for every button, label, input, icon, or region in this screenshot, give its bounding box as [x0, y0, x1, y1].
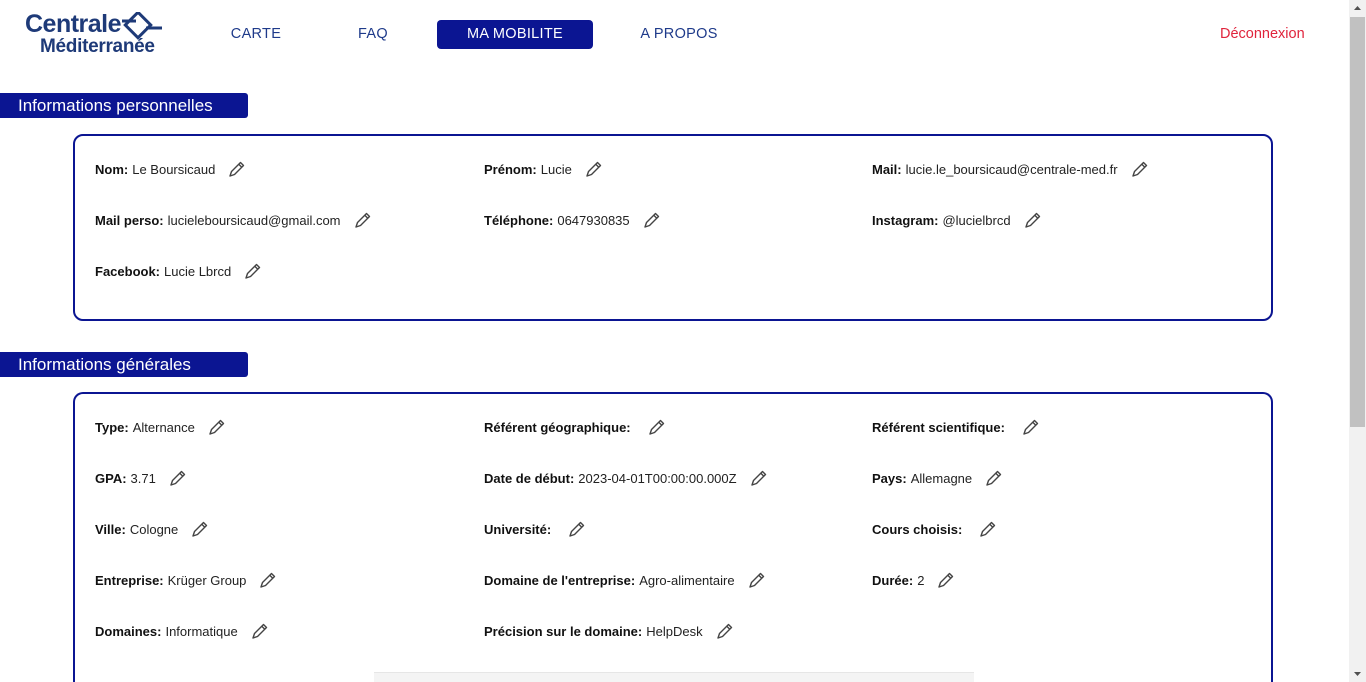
- nav-ma-mobilite[interactable]: MA MOBILITE: [437, 20, 593, 49]
- field-label: Cours choisis:: [872, 521, 963, 537]
- page: Centrale Méditerranée CARTE FAQ MA MOBIL…: [0, 0, 1349, 682]
- nav-a-propos[interactable]: A PROPOS: [630, 20, 728, 49]
- vertical-scrollbar[interactable]: [1349, 0, 1366, 682]
- nav-faq[interactable]: FAQ: [340, 20, 406, 49]
- field-value: 2: [917, 572, 925, 588]
- field-label: Instagram:: [872, 212, 939, 228]
- field-label: Référent géographique:: [484, 419, 631, 435]
- field-pays: Pays: Allemagne: [872, 466, 1005, 490]
- field-label: Facebook:: [95, 263, 161, 279]
- field-referent-geographique: Référent géographique:: [484, 415, 668, 439]
- field-label: Prénom:: [484, 161, 537, 177]
- field-domaines: Domaines: Informatique: [95, 619, 271, 643]
- field-universite: Université:: [484, 517, 588, 541]
- field-mail-perso: Mail perso: lucieleboursicaud@gmail.com: [95, 208, 374, 232]
- pencil-icon[interactable]: [748, 467, 770, 489]
- pencil-icon[interactable]: [242, 260, 264, 282]
- field-nom: Nom: Le Boursicaud: [95, 157, 248, 181]
- personal-info-card: Nom: Le Boursicaud Prénom: Lucie Mail: l…: [73, 134, 1273, 321]
- field-prenom: Prénom: Lucie: [484, 157, 605, 181]
- field-value: Krüger Group: [167, 572, 247, 588]
- pencil-icon[interactable]: [206, 416, 228, 438]
- bottom-overflow-strip: [374, 672, 974, 682]
- logo[interactable]: Centrale Méditerranée: [25, 10, 175, 60]
- pencil-icon[interactable]: [1129, 158, 1151, 180]
- field-precision-domaine: Précision sur le domaine: HelpDesk: [484, 619, 736, 643]
- field-label: Domaine de l'entreprise:: [484, 572, 636, 588]
- field-label: Mail:: [872, 161, 902, 177]
- field-ville: Ville: Cologne: [95, 517, 211, 541]
- header: Centrale Méditerranée CARTE FAQ MA MOBIL…: [0, 0, 1349, 70]
- field-mail: Mail: lucie.le_boursicaud@centrale-med.f…: [872, 157, 1151, 181]
- pencil-icon[interactable]: [983, 467, 1005, 489]
- field-value: Informatique: [165, 623, 238, 639]
- scrollbar-thumb[interactable]: [1350, 17, 1365, 427]
- field-facebook: Facebook: Lucie Lbrcd: [95, 259, 264, 283]
- field-domaine-entreprise: Domaine de l'entreprise: Agro-alimentair…: [484, 568, 768, 592]
- section-title-personal: Informations personnelles: [0, 93, 248, 118]
- field-value: 0647930835: [557, 212, 630, 228]
- field-label: Pays:: [872, 470, 907, 486]
- field-value: Allemagne: [910, 470, 973, 486]
- field-cours-choisis: Cours choisis:: [872, 517, 999, 541]
- field-telephone: Téléphone: 0647930835: [484, 208, 663, 232]
- field-value: lucie.le_boursicaud@centrale-med.fr: [905, 161, 1118, 177]
- field-value: Agro-alimentaire: [639, 572, 735, 588]
- field-value: HelpDesk: [646, 623, 703, 639]
- nav-carte[interactable]: CARTE: [214, 20, 298, 49]
- field-value: Cologne: [129, 521, 179, 537]
- pencil-icon[interactable]: [646, 416, 668, 438]
- field-label: Date de début:: [484, 470, 575, 486]
- field-label: Domaines:: [95, 623, 162, 639]
- field-label: Téléphone:: [484, 212, 554, 228]
- field-value: 3.71: [130, 470, 156, 486]
- logo-line1: Centrale: [25, 10, 122, 38]
- field-value: Lucie: [540, 161, 572, 177]
- field-value: Lucie Lbrcd: [164, 263, 232, 279]
- field-label: Mail perso:: [95, 212, 164, 228]
- field-label: Nom:: [95, 161, 129, 177]
- field-instagram: Instagram: @lucielbrcd: [872, 208, 1044, 232]
- pencil-icon[interactable]: [746, 569, 768, 591]
- scroll-up-arrow-icon[interactable]: [1349, 0, 1366, 17]
- field-label: Type:: [95, 419, 129, 435]
- field-label: Ville:: [95, 521, 126, 537]
- field-type: Type: Alternance: [95, 415, 228, 439]
- pencil-icon[interactable]: [1020, 416, 1042, 438]
- field-value: @lucielbrcd: [942, 212, 1011, 228]
- pencil-icon[interactable]: [249, 620, 271, 642]
- field-value: lucieleboursicaud@gmail.com: [167, 212, 341, 228]
- field-value: Alternance: [132, 419, 195, 435]
- pencil-icon[interactable]: [189, 518, 211, 540]
- field-label: Précision sur le domaine:: [484, 623, 643, 639]
- field-referent-scientifique: Référent scientifique:: [872, 415, 1042, 439]
- pencil-icon[interactable]: [352, 209, 374, 231]
- pencil-icon[interactable]: [1022, 209, 1044, 231]
- pencil-icon[interactable]: [257, 569, 279, 591]
- field-duree: Durée: 2: [872, 568, 957, 592]
- general-info-card: Type: Alternance Référent géographique: …: [73, 392, 1273, 682]
- pencil-icon[interactable]: [167, 467, 189, 489]
- field-value: 2023-04-01T00:00:00.000Z: [578, 470, 737, 486]
- field-label: GPA:: [95, 470, 127, 486]
- field-date-debut: Date de début: 2023-04-01T00:00:00.000Z: [484, 466, 770, 490]
- pencil-icon[interactable]: [226, 158, 248, 180]
- pencil-icon[interactable]: [977, 518, 999, 540]
- pencil-icon[interactable]: [714, 620, 736, 642]
- field-value: Le Boursicaud: [132, 161, 216, 177]
- pencil-icon[interactable]: [935, 569, 957, 591]
- pencil-icon[interactable]: [583, 158, 605, 180]
- field-label: Durée:: [872, 572, 914, 588]
- section-title-general: Informations générales: [0, 352, 248, 377]
- logo-line2: Méditerranée: [40, 36, 155, 57]
- field-entreprise: Entreprise: Krüger Group: [95, 568, 279, 592]
- pencil-icon[interactable]: [566, 518, 588, 540]
- logout-link[interactable]: Déconnexion: [1220, 20, 1305, 49]
- scroll-down-arrow-icon[interactable]: [1349, 665, 1366, 682]
- field-label: Université:: [484, 521, 552, 537]
- field-label: Référent scientifique:: [872, 419, 1005, 435]
- field-label: Entreprise:: [95, 572, 164, 588]
- field-gpa: GPA: 3.71: [95, 466, 189, 490]
- pencil-icon[interactable]: [641, 209, 663, 231]
